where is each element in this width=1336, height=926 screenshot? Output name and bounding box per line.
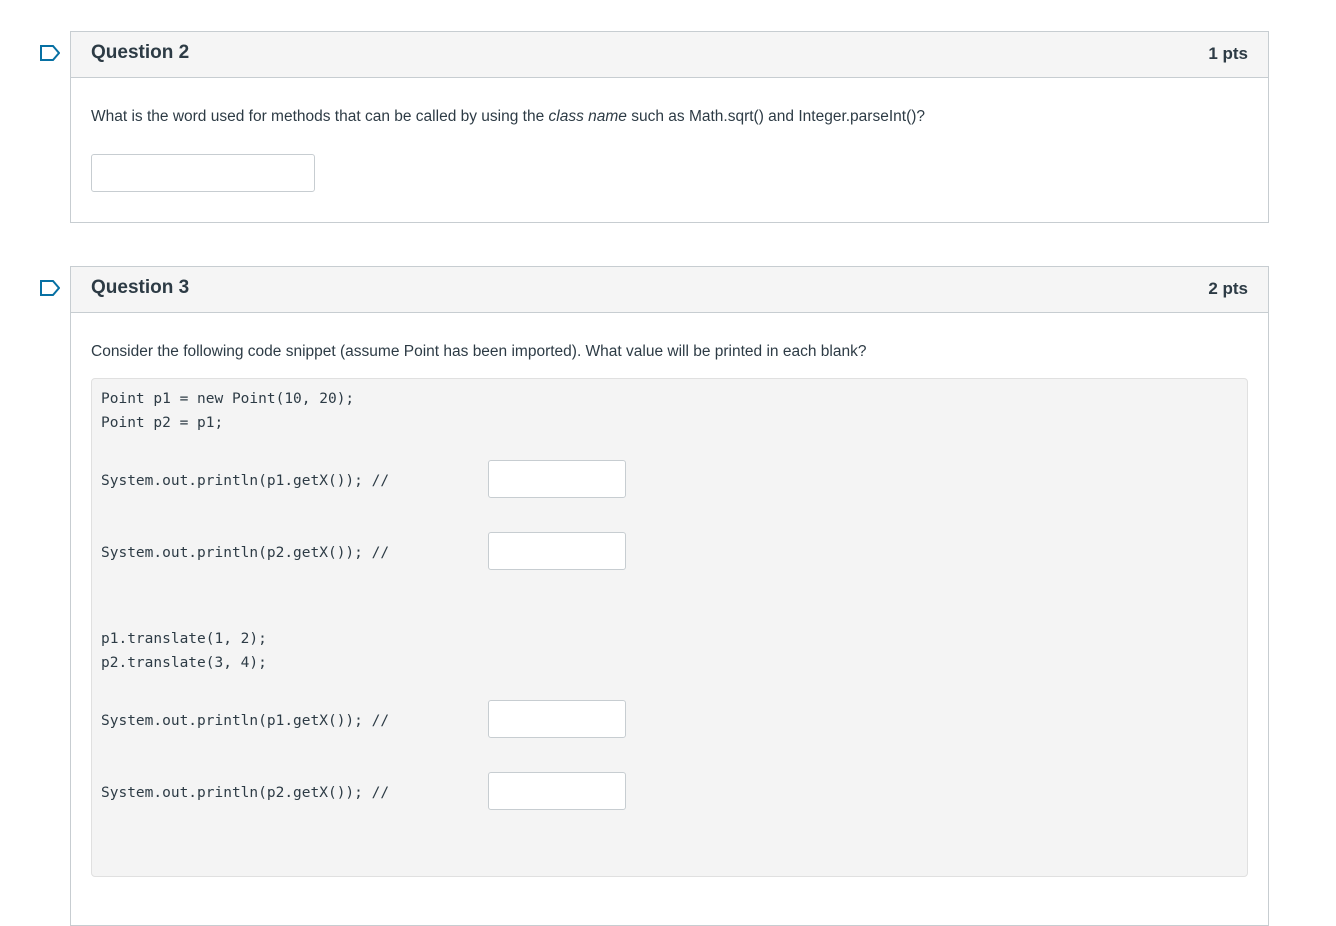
question-3: Question 3 2 pts Consider the following … xyxy=(70,266,1269,926)
code-line: p1.translate(1, 2); xyxy=(101,631,267,647)
question-2: Question 2 1 pts What is the word used f… xyxy=(70,31,1269,223)
code-line: Point p1 = new Point(10, 20); xyxy=(101,391,355,407)
blank-input-4[interactable] xyxy=(488,772,626,810)
code-line: Point p2 = p1; xyxy=(101,415,224,431)
question-title: Question 2 xyxy=(91,42,190,63)
flag-question-icon[interactable] xyxy=(40,45,60,61)
question-header: Question 3 2 pts xyxy=(71,267,1268,313)
code-line: System.out.println(p2.getX()); // xyxy=(101,545,390,561)
question-text: Consider the following code snippet (ass… xyxy=(91,343,867,360)
code-line: System.out.println(p1.getX()); // xyxy=(101,713,390,729)
question-points: 2 pts xyxy=(1208,279,1248,298)
code-line: System.out.println(p2.getX()); // xyxy=(101,785,390,801)
flag-question-icon[interactable] xyxy=(40,280,60,296)
question-title: Question 3 xyxy=(91,277,190,298)
code-line: System.out.println(p1.getX()); // xyxy=(101,473,390,489)
question-text: What is the word used for methods that c… xyxy=(91,108,926,125)
blank-input-1[interactable] xyxy=(488,460,626,498)
question-points: 1 pts xyxy=(1208,44,1248,63)
answer-input[interactable] xyxy=(91,154,315,192)
blank-input-3[interactable] xyxy=(488,700,626,738)
blank-input-2[interactable] xyxy=(488,532,626,570)
code-snippet: Point p1 = new Point(10, 20); Point p2 =… xyxy=(91,378,1248,877)
code-line: p2.translate(3, 4); xyxy=(101,655,267,671)
question-header: Question 2 1 pts xyxy=(71,32,1268,78)
